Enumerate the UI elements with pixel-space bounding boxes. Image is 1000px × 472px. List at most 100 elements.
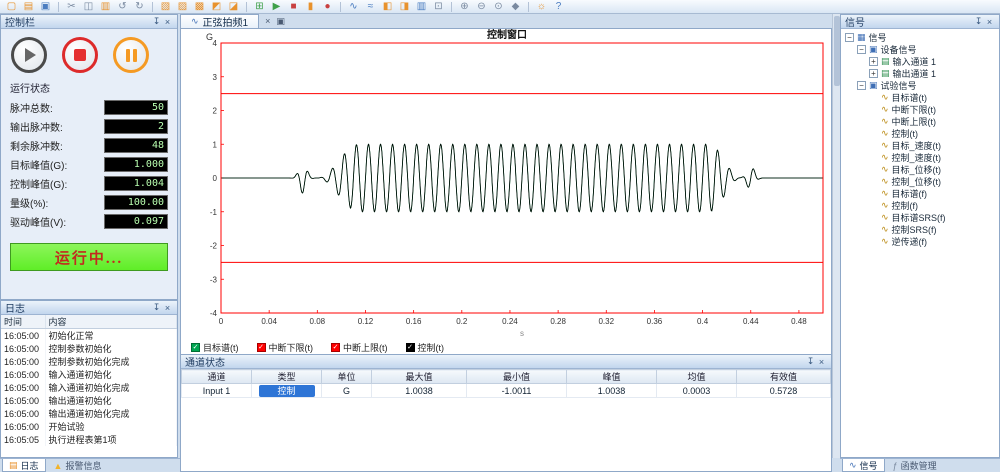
close-icon[interactable]: × <box>984 17 995 27</box>
tree-item[interactable]: ∿控制_位移(t) <box>843 175 999 187</box>
new-waveform-window-icon[interactable]: ∿ <box>346 1 361 13</box>
control-chart[interactable]: 控制窗口G43210-1-2-3-400.040.080.120.160.20.… <box>181 29 833 341</box>
tree-item[interactable]: −▣试验信号 <box>843 79 999 91</box>
new-test-icon[interactable]: ▢ <box>4 1 19 13</box>
legend-item[interactable]: ✓控制(t) <box>406 341 445 354</box>
field-label: 控制峰值(G): <box>10 176 104 191</box>
pin-icon[interactable]: ↧ <box>151 302 162 313</box>
cursor-icon[interactable]: ◆ <box>508 1 523 13</box>
save-icon[interactable]: ▣ <box>38 1 53 13</box>
tree-item[interactable]: ∿逆传递(f) <box>843 235 999 247</box>
channel-row[interactable]: Input 1控制G1.0038-1.00111.00380.00030.572… <box>182 384 831 398</box>
tile-vertical-icon[interactable]: ◨ <box>397 1 412 13</box>
paste-icon[interactable]: ▥ <box>98 1 113 13</box>
tree-item[interactable]: ∿目标谱(f) <box>843 187 999 199</box>
limit-config-icon[interactable]: ◩ <box>209 1 224 13</box>
pin-icon[interactable]: ↧ <box>805 356 816 367</box>
pause-button[interactable] <box>113 37 149 73</box>
pin-icon[interactable]: ↧ <box>151 16 162 27</box>
stop-button[interactable] <box>62 37 98 73</box>
tree-item[interactable]: ∿中断下限(t) <box>843 103 999 115</box>
pin-icon[interactable]: ↧ <box>973 16 984 27</box>
tree-item[interactable]: −▣设备信号 <box>843 43 999 55</box>
y-tick-label: 3 <box>213 73 218 82</box>
redo-icon[interactable]: ↻ <box>132 1 147 13</box>
tile-horizontal-icon[interactable]: ◧ <box>380 1 395 13</box>
tree-item[interactable]: ∿控制(t) <box>843 127 999 139</box>
zoom-out-icon[interactable]: ⊖ <box>474 1 489 13</box>
tree-item[interactable]: −▦信号 <box>843 31 999 43</box>
settings-icon[interactable]: ☼ <box>534 1 549 13</box>
pause-icon[interactable]: ▮ <box>303 1 318 13</box>
tree-item[interactable]: ∿中断上限(t) <box>843 115 999 127</box>
log-row[interactable]: 16:05:00控制参数初始化 <box>1 342 177 355</box>
sensor-config-icon[interactable]: ◪ <box>226 1 241 13</box>
legend-item[interactable]: ✓中断下限(t) <box>257 341 314 354</box>
new-spectrum-window-icon[interactable]: ≈ <box>363 1 378 13</box>
tree-item[interactable]: ∿控制SRS(f) <box>843 223 999 235</box>
report-icon[interactable]: ▥ <box>414 1 429 13</box>
close-tab-icon[interactable]: × <box>265 16 270 26</box>
x-tick-label: 0.2 <box>456 317 468 326</box>
channel-config-icon[interactable]: ▨ <box>175 1 190 13</box>
expand-icon[interactable]: + <box>869 69 878 78</box>
tree-item[interactable]: +▤输出通道 1 <box>843 67 999 79</box>
collapse-icon[interactable]: − <box>845 33 854 42</box>
field-label: 脉冲总数: <box>10 100 104 115</box>
tree-spacer <box>869 105 878 114</box>
tree-item[interactable]: ∿控制(f) <box>843 199 999 211</box>
export-data-icon[interactable]: ⊡ <box>431 1 446 13</box>
tab-signal[interactable]: ∿信号 <box>842 459 885 472</box>
tree-item[interactable]: +▤输入通道 1 <box>843 55 999 67</box>
legend-checkbox[interactable]: ✓ <box>257 343 266 352</box>
control-panel: 控制栏 ↧ × 运行状态 脉冲总数:50输出脉冲数:2剩余脉冲数:48目标峰值(… <box>0 14 178 300</box>
undo-icon[interactable]: ↺ <box>115 1 130 13</box>
tree-item[interactable]: ∿目标_位移(t) <box>843 163 999 175</box>
copy-icon[interactable]: ◫ <box>81 1 96 13</box>
tree-item[interactable]: ∿目标谱(t) <box>843 91 999 103</box>
connect-icon[interactable]: ⊞ <box>252 1 267 13</box>
close-icon[interactable]: × <box>162 17 173 27</box>
close-icon[interactable]: × <box>162 303 173 313</box>
legend-checkbox[interactable]: ✓ <box>191 343 200 352</box>
tree-item[interactable]: ∿目标_速度(t) <box>843 139 999 151</box>
zoom-fit-icon[interactable]: ⊙ <box>491 1 506 13</box>
log-row[interactable]: 16:05:00控制参数初始化完成 <box>1 355 177 368</box>
tree-item[interactable]: ∿控制_速度(t) <box>843 151 999 163</box>
tab-alarm[interactable]: ▲报警信息 <box>48 459 108 472</box>
log-row[interactable]: 16:05:05执行进程表第1项 <box>1 433 177 446</box>
schedule-icon[interactable]: ▩ <box>192 1 207 13</box>
field-value: 2 <box>104 119 168 134</box>
legend-item[interactable]: ✓中断上限(t) <box>331 341 388 354</box>
log-row[interactable]: 16:05:00输出通道初始化完成 <box>1 407 177 420</box>
log-row[interactable]: 16:05:00输入通道初始化完成 <box>1 381 177 394</box>
test-document-tab[interactable]: ∿ 正弦拍频1 <box>180 14 259 28</box>
log-row[interactable]: 16:05:00开始试验 <box>1 420 177 433</box>
log-row[interactable]: 16:05:00输出通道初始化 <box>1 394 177 407</box>
close-icon[interactable]: × <box>816 357 827 367</box>
cut-icon[interactable]: ✂ <box>64 1 79 13</box>
y-tick-label: -2 <box>210 242 218 251</box>
stop-icon[interactable]: ■ <box>286 1 301 13</box>
record-icon[interactable]: ● <box>320 1 335 13</box>
collapse-icon[interactable]: − <box>857 81 866 90</box>
legend-checkbox[interactable]: ✓ <box>406 343 415 352</box>
open-icon[interactable]: ▤ <box>21 1 36 13</box>
start-button[interactable] <box>11 37 47 73</box>
start-icon[interactable]: ▶ <box>269 1 284 13</box>
expand-icon[interactable]: + <box>869 57 878 66</box>
help-icon[interactable]: ? <box>551 1 566 13</box>
test-config-icon[interactable]: ▧ <box>158 1 173 13</box>
zoom-in-icon[interactable]: ⊕ <box>457 1 472 13</box>
window-list-icon[interactable]: ▣ <box>276 16 285 27</box>
tree-item[interactable]: ∿目标谱SRS(f) <box>843 211 999 223</box>
vertical-scrollbar[interactable] <box>832 14 840 458</box>
tab-function-manager[interactable]: ƒ函数管理 <box>887 459 943 472</box>
legend-item[interactable]: ✓目标谱(t) <box>191 341 239 354</box>
tab-log[interactable]: ▤日志 <box>2 459 46 472</box>
log-row[interactable]: 16:05:00输入通道初始化 <box>1 368 177 381</box>
log-row[interactable]: 16:05:00初始化正常 <box>1 329 177 343</box>
field-value: 50 <box>104 100 168 115</box>
legend-checkbox[interactable]: ✓ <box>331 343 340 352</box>
collapse-icon[interactable]: − <box>857 45 866 54</box>
